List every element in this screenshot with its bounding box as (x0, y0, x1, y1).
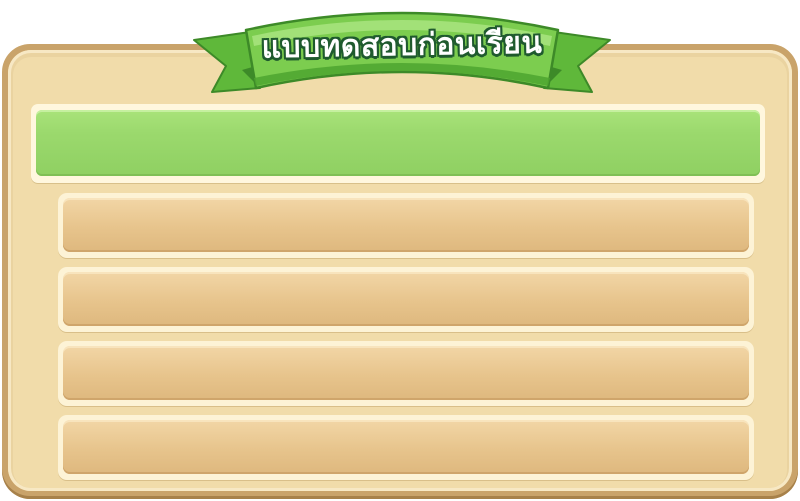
answer-label-2 (63, 272, 749, 326)
title-ribbon: แบบทดสอบก่อนเรียน (190, 0, 614, 108)
question-box (31, 104, 765, 183)
answer-label-1 (63, 198, 749, 252)
answer-label-4 (63, 420, 749, 474)
answer-label-3 (63, 346, 749, 400)
answer-button-2[interactable] (58, 267, 754, 332)
answer-button-3[interactable] (58, 341, 754, 406)
page-title: แบบทดสอบก่อนเรียน (261, 25, 543, 65)
answer-button-4[interactable] (58, 415, 754, 480)
question-text (36, 110, 760, 176)
quiz-screen: แบบทดสอบก่อนเรียน (0, 0, 800, 501)
answer-button-1[interactable] (58, 193, 754, 258)
